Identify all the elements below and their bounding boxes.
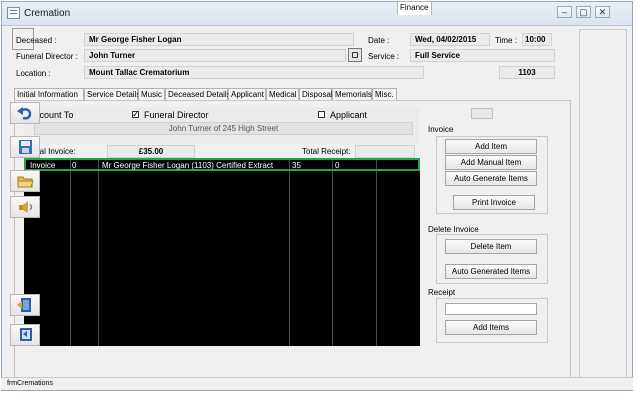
blank-indicator xyxy=(471,108,493,119)
add-item-button[interactable]: Add Item xyxy=(445,139,537,154)
total-invoice-field: £35.00 xyxy=(107,145,195,158)
service-label: Service : xyxy=(368,52,400,61)
phone-book-icon[interactable] xyxy=(348,48,362,62)
grid-column-divider xyxy=(376,158,377,346)
row-paid: 0 xyxy=(335,161,340,170)
add-manual-item-button[interactable]: Add Manual Item xyxy=(445,155,537,170)
sound-button[interactable] xyxy=(10,196,40,218)
location-label: Location : xyxy=(16,69,51,78)
applicant-option-label: Applicant xyxy=(330,110,368,120)
auto-generated-items-button[interactable]: Auto Generated Items xyxy=(445,264,537,279)
applicant-checkbox[interactable] xyxy=(318,111,325,118)
exit-button[interactable] xyxy=(10,294,40,316)
export-button[interactable] xyxy=(10,324,40,346)
window-title: Cremation xyxy=(24,8,71,19)
finance-grid[interactable]: Invoice 0 Mr George Fisher Logan (1103) … xyxy=(24,158,420,346)
row-type: Invoice xyxy=(30,161,56,170)
save-button[interactable] xyxy=(10,136,40,158)
row-description: Mr George Fisher Logan (1103) Certified … xyxy=(102,161,274,170)
exit-door-icon xyxy=(17,298,31,312)
receipt-input[interactable] xyxy=(445,303,537,315)
invoice-section-title: Invoice xyxy=(428,125,454,134)
close-button[interactable]: ✕ xyxy=(595,6,610,18)
time-field[interactable]: 10:00 xyxy=(522,33,552,46)
deceased-field[interactable]: Mr George Fisher Logan xyxy=(84,33,354,46)
record-number-field: 1103 xyxy=(499,66,555,79)
export-icon xyxy=(20,328,32,341)
grid-column-divider xyxy=(289,158,290,346)
time-label: Time : xyxy=(495,36,517,45)
table-row[interactable]: Invoice 0 Mr George Fisher Logan (1103) … xyxy=(24,158,420,171)
funeral-director-checkbox[interactable] xyxy=(132,109,140,119)
undo-icon xyxy=(17,107,32,120)
cremation-window: Cremation – ▢ ✕ Deceased : Mr George Fis… xyxy=(1,1,633,391)
open-folder-button[interactable] xyxy=(10,170,40,192)
add-items-button[interactable]: Add Items xyxy=(445,320,537,335)
location-field[interactable]: Mount Tallac Crematorium xyxy=(84,66,424,79)
date-field[interactable]: Wed, 04/02/2015 xyxy=(410,33,490,46)
row-qty: 0 xyxy=(72,161,77,170)
funeral-director-field[interactable]: John Turner xyxy=(84,49,346,62)
grid-column-divider xyxy=(70,158,71,346)
save-icon xyxy=(19,140,32,154)
minimize-button[interactable]: – xyxy=(557,6,572,18)
folder-icon xyxy=(17,176,34,188)
receipt-section-title: Receipt xyxy=(428,288,456,297)
auto-generate-items-button[interactable]: Auto Generate Items xyxy=(445,171,537,186)
tab-finance[interactable]: Finance xyxy=(397,1,432,15)
title-bar: Cremation – ▢ ✕ xyxy=(2,2,632,26)
maximize-button[interactable]: ▢ xyxy=(576,6,591,18)
grid-column-divider xyxy=(332,158,333,346)
row-amount: 35 xyxy=(292,161,301,170)
service-field[interactable]: Full Service xyxy=(410,49,555,62)
deceased-label: Deceased : xyxy=(16,36,57,45)
funeral-director-label: Funeral Director : xyxy=(16,52,78,61)
print-invoice-button[interactable]: Print Invoice xyxy=(453,195,535,210)
date-label: Date : xyxy=(368,36,390,45)
form-icon xyxy=(7,7,20,19)
total-receipt-field xyxy=(355,145,415,158)
total-receipt-label: Total Receipt: xyxy=(302,147,351,156)
delete-invoice-section-title: Delete Invoice xyxy=(428,225,479,234)
right-toolbar xyxy=(579,29,627,378)
funeral-director-option-label: Funeral Director xyxy=(144,110,209,120)
speaker-icon xyxy=(19,201,33,213)
status-bar: frmCremations xyxy=(1,377,633,390)
grid-column-divider xyxy=(98,158,99,346)
undo-button[interactable] xyxy=(10,102,40,124)
delete-item-button[interactable]: Delete Item xyxy=(445,239,537,254)
account-address-field[interactable]: John Turner of 245 High Street xyxy=(34,122,413,135)
